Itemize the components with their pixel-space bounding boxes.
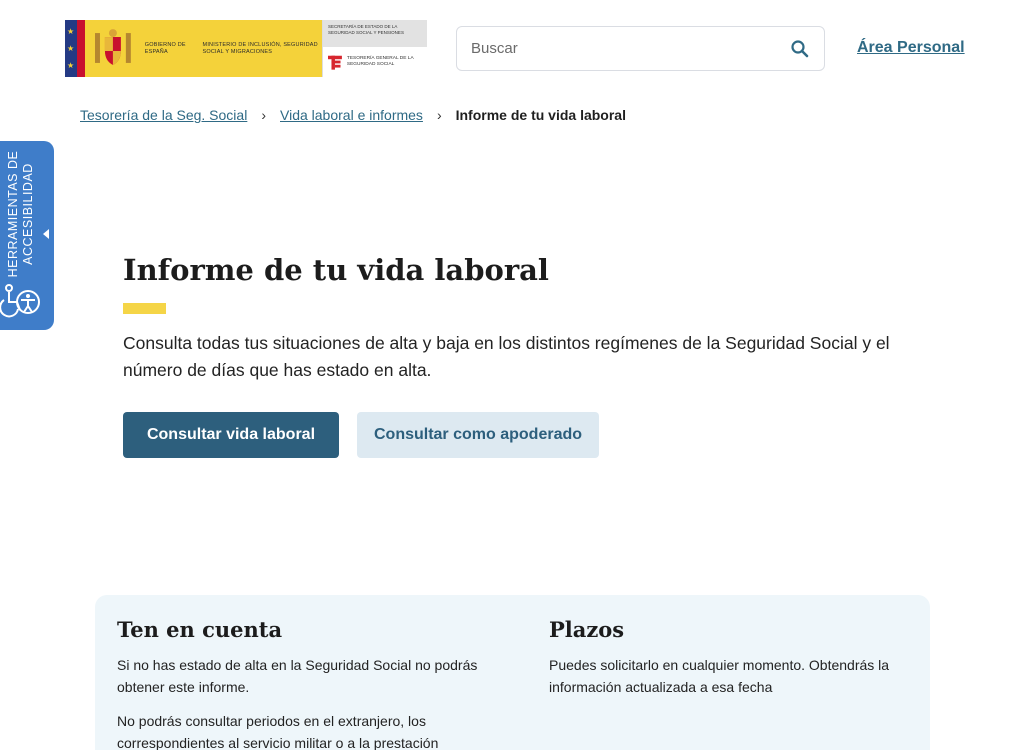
tesoreria-text: TESORERÍA GENERAL DE LA SEGURIDAD SOCIAL bbox=[346, 56, 414, 67]
plazos-paragraph: Puedes solicitarlo en cualquier momento.… bbox=[549, 657, 890, 695]
info-panel: Ten en cuenta Si no has estado de alta e… bbox=[95, 595, 930, 750]
secretaria-text: SECRETARÍA DE ESTADO DE LA SEGURIDAD SOC… bbox=[323, 20, 427, 47]
chevron-right-icon: › bbox=[261, 107, 266, 123]
page-title: Informe de tu vida laboral bbox=[123, 253, 549, 287]
ministerio-text: MINISTERIO DE INCLUSIÓN, SEGURIDAD SOCIA… bbox=[202, 41, 318, 55]
consultar-vida-laboral-button[interactable]: Consultar vida laboral bbox=[123, 412, 339, 458]
page-description: Consulta todas tus situaciones de alta y… bbox=[123, 333, 890, 380]
title-accent-bar bbox=[123, 303, 166, 314]
ten-en-cuenta-section: Ten en cuenta Si no has estado de alta e… bbox=[117, 617, 497, 750]
plazos-section: Plazos Puedes solicitarlo en cualquier m… bbox=[549, 617, 909, 710]
ten-en-cuenta-paragraph: No podrás consultar periodos en el extra… bbox=[117, 713, 439, 750]
tgss-logo-panel: SECRETARÍA DE ESTADO DE LA SEGURIDAD SOC… bbox=[322, 20, 427, 77]
breadcrumb-current: Informe de tu vida laboral bbox=[455, 107, 626, 123]
area-personal-link[interactable]: Área Personal bbox=[857, 39, 965, 57]
plazos-title: Plazos bbox=[549, 617, 625, 642]
ten-en-cuenta-paragraph: Si no has estado de alta en la Seguridad… bbox=[117, 657, 478, 695]
search-box bbox=[456, 26, 825, 71]
government-logo[interactable]: ★ ★ ★ GOBIERNO DE ESPAÑA MINISTERIO DE I… bbox=[65, 20, 427, 77]
tgss-logo-icon bbox=[328, 55, 342, 70]
ten-en-cuenta-title: Ten en cuenta bbox=[117, 617, 283, 642]
chevron-right-icon: › bbox=[436, 107, 442, 123]
accessibility-tools-label: HERRAMIENTAS DE ACCESIBILIDAD bbox=[6, 150, 35, 278]
breadcrumb-link-tesoreria[interactable]: Tesorería de la Seg. Social bbox=[80, 107, 247, 123]
search-input[interactable] bbox=[471, 40, 790, 57]
breadcrumb-link-vida-laboral[interactable]: Vida laboral e informes bbox=[280, 107, 423, 123]
gobierno-logo-panel: ★ ★ ★ GOBIERNO DE ESPAÑA MINISTERIO DE I… bbox=[65, 20, 322, 77]
accessibility-icon bbox=[0, 284, 40, 318]
consultar-como-apoderado-button[interactable]: Consultar como apoderado bbox=[357, 412, 599, 458]
caret-left-icon bbox=[43, 229, 49, 239]
gobierno-text: GOBIERNO DE ESPAÑA bbox=[144, 41, 186, 55]
breadcrumb: Tesorería de la Seg. Social › Vida labor… bbox=[80, 107, 626, 123]
eu-flag-stripe: ★ ★ ★ bbox=[65, 20, 85, 77]
search-icon[interactable] bbox=[790, 39, 810, 59]
coat-of-arms-icon bbox=[94, 28, 131, 65]
